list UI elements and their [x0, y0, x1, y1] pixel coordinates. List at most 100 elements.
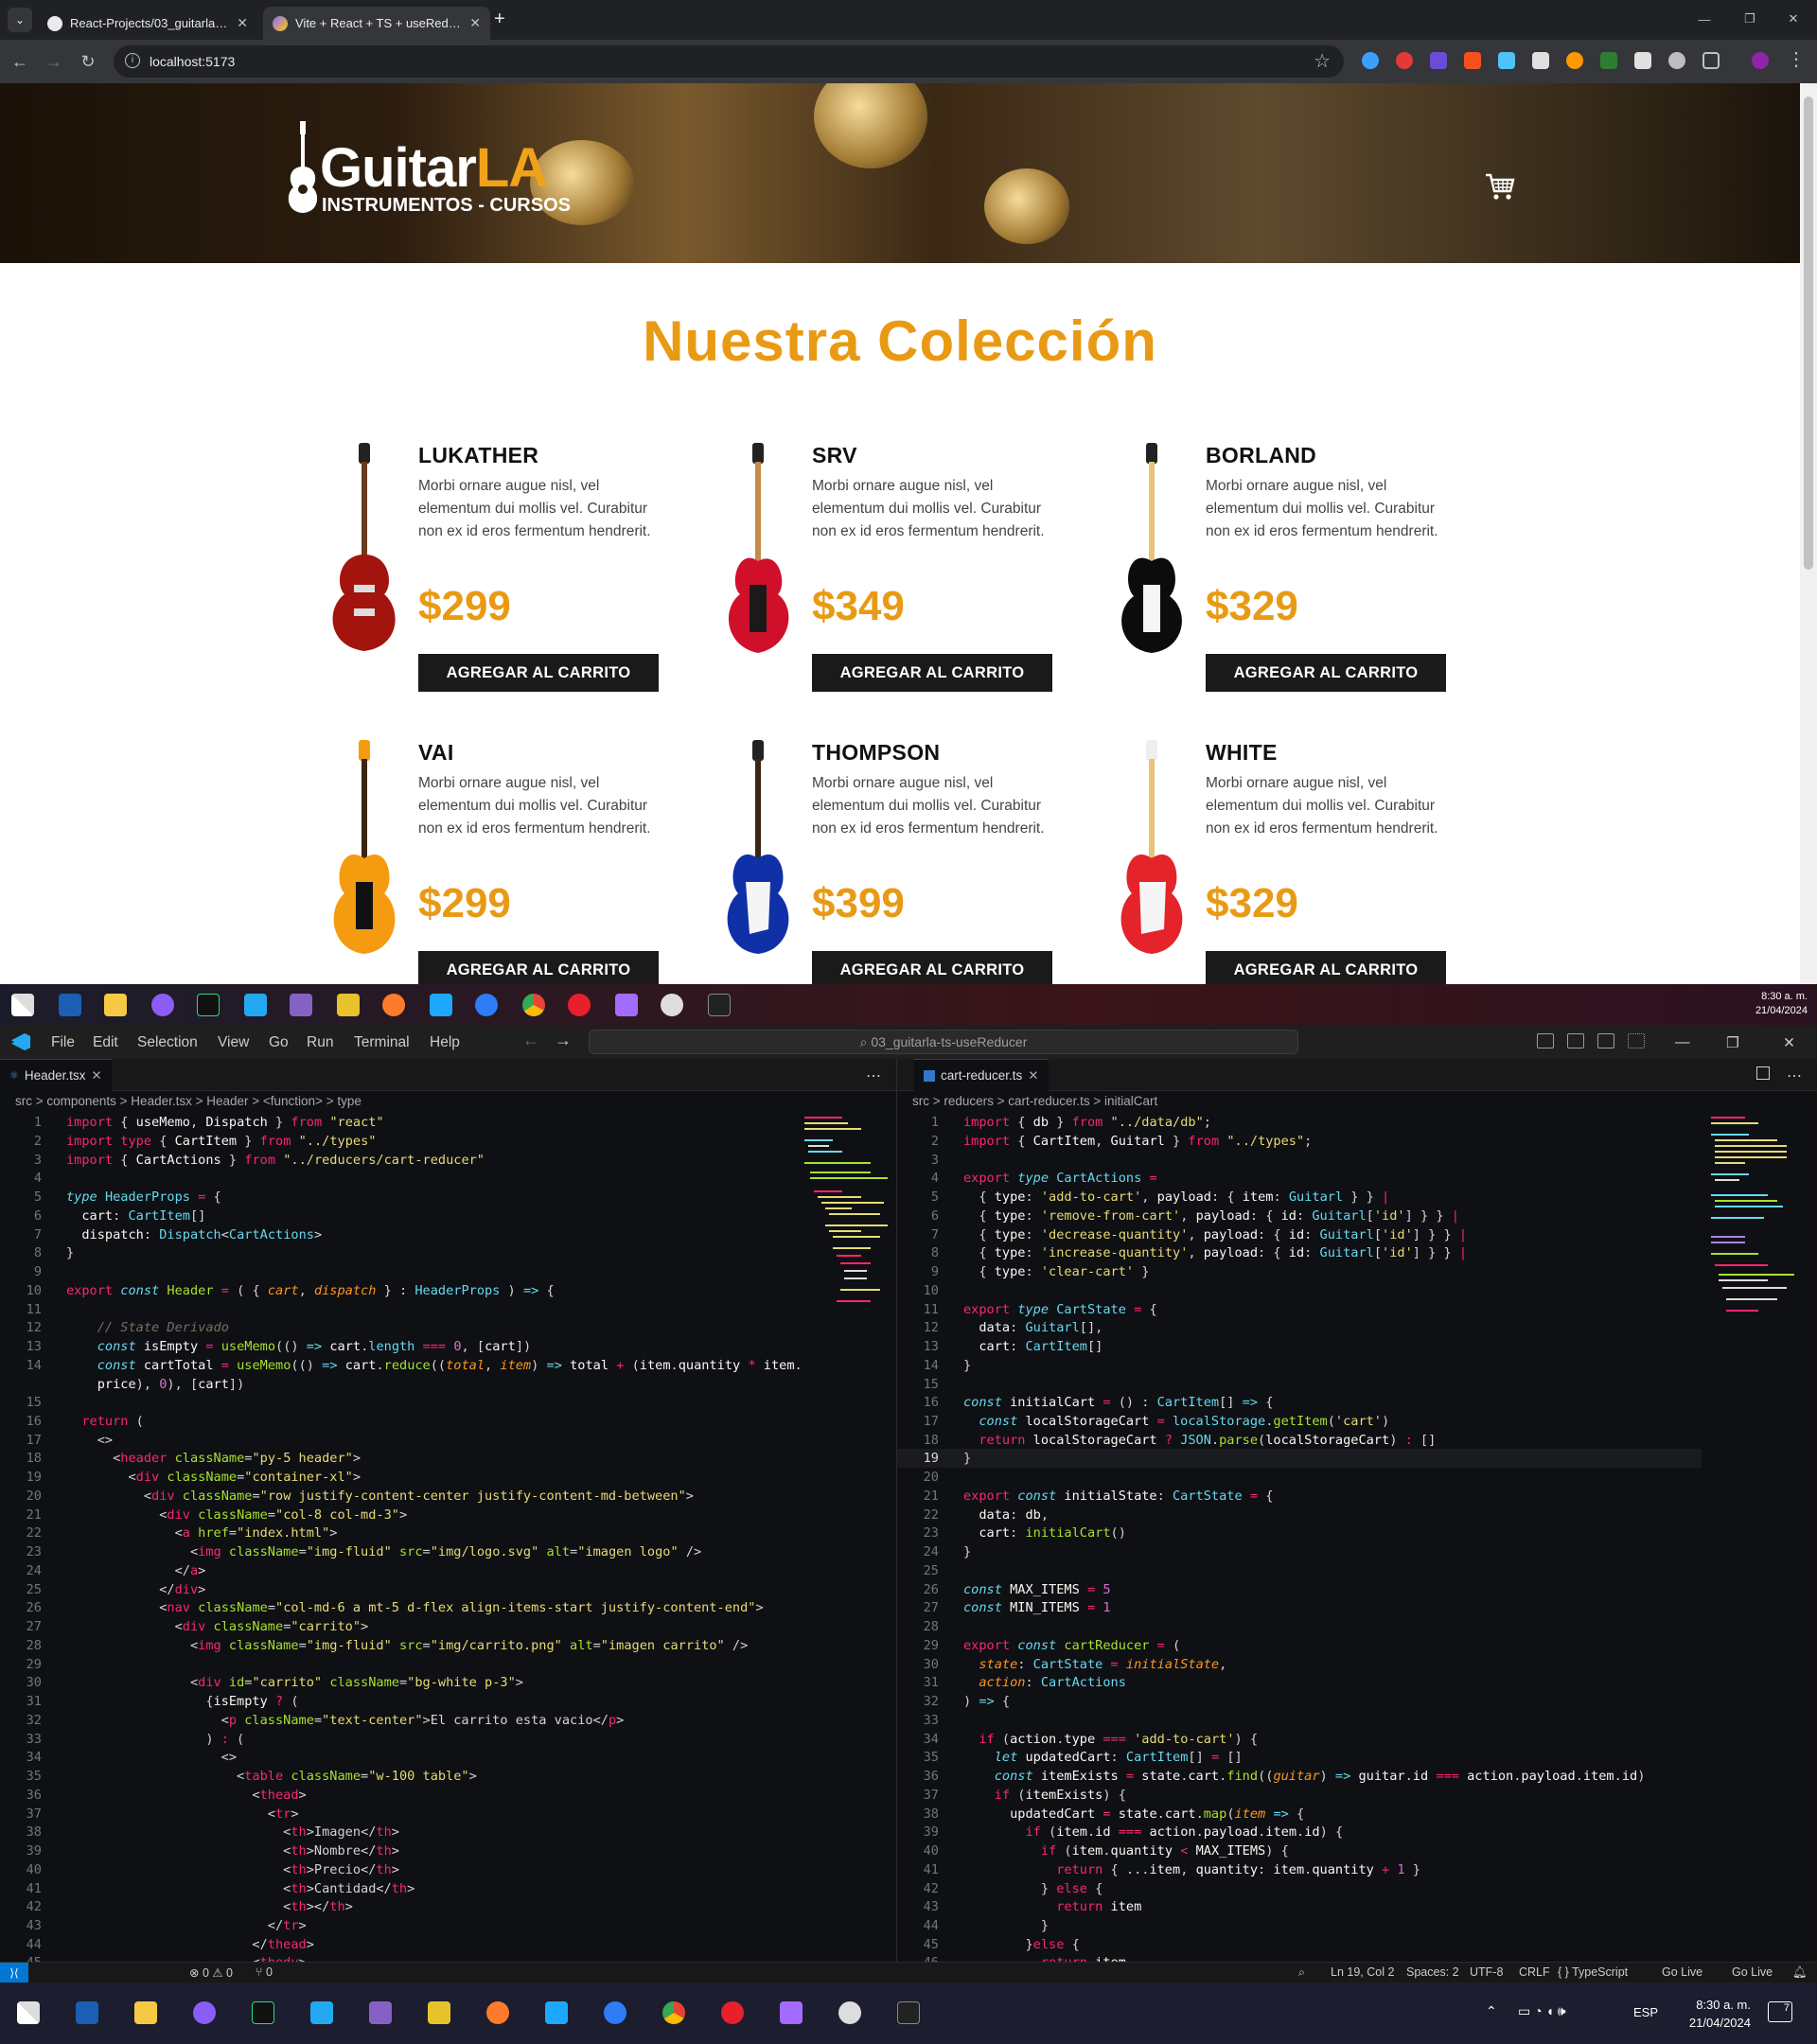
add-to-cart-button[interactable]: AGREGAR AL CARRITO [1206, 951, 1446, 984]
reload-icon[interactable]: ↻ [76, 49, 100, 74]
zoom-icon[interactable]: ⌕ [1298, 1965, 1305, 1980]
app-icon[interactable] [545, 2001, 568, 2024]
cart-icon[interactable] [1484, 170, 1516, 203]
menu-help[interactable]: Help [430, 1034, 460, 1051]
minimap[interactable] [804, 1114, 890, 1322]
extension-icon[interactable] [1498, 52, 1515, 69]
extension-icon[interactable] [1532, 52, 1549, 69]
extension-icon[interactable] [1668, 52, 1685, 69]
end-of-line[interactable]: CRLF [1519, 1965, 1550, 1979]
extension-icon[interactable] [1634, 52, 1651, 69]
close-tab-icon[interactable]: ✕ [469, 15, 481, 31]
add-to-cart-button[interactable]: AGREGAR AL CARRITO [418, 654, 659, 692]
extension-icon[interactable] [1430, 52, 1447, 69]
encoding[interactable]: UTF-8 [1470, 1965, 1503, 1979]
bookmark-star-icon[interactable]: ☆ [1314, 49, 1331, 73]
tab-header-tsx[interactable]: ⚛ Header.tsx ✕ [0, 1059, 112, 1091]
remote-icon[interactable]: ⟩⟨ [0, 1963, 28, 1982]
tab-search-icon[interactable]: ⌄ [8, 8, 32, 32]
go-live-button[interactable]: Go Live [1662, 1965, 1702, 1979]
restore-icon[interactable]: ❐ [1728, 0, 1772, 38]
menu-file[interactable]: File [51, 1034, 75, 1051]
menu-run[interactable]: Run [307, 1034, 333, 1051]
tab-vite[interactable]: Vite + React + TS + useReducer ✕ [263, 7, 490, 40]
chrome-icon[interactable] [662, 2001, 685, 2024]
app-icon[interactable] [337, 994, 360, 1016]
terminal-icon[interactable] [252, 2001, 274, 2024]
menu-edit[interactable]: Edit [93, 1034, 118, 1051]
menu-terminal[interactable]: Terminal [354, 1034, 410, 1051]
cmd-icon[interactable] [897, 2001, 920, 2024]
visual-studio-icon[interactable] [369, 2001, 392, 2024]
start-icon[interactable] [17, 2001, 40, 2024]
tray-icons[interactable]: ▭ ◔ ◖ 🕪︎ [1518, 2003, 1566, 2019]
address-bar[interactable]: i localhost:5173 ☆ [114, 45, 1344, 78]
toggle-sidebar-icon[interactable] [1537, 1033, 1554, 1048]
more-menu-icon[interactable]: ⋮ [1787, 47, 1806, 71]
app-icon[interactable] [428, 2001, 450, 2024]
vscode-icon[interactable] [244, 994, 267, 1016]
firefox-icon[interactable] [604, 2001, 626, 2024]
opera-icon[interactable] [568, 994, 591, 1016]
start-icon[interactable] [11, 994, 34, 1016]
powershell-icon[interactable] [59, 994, 81, 1016]
forward-icon[interactable]: → [42, 49, 66, 74]
minimize-icon[interactable]: — [1683, 0, 1726, 38]
back-icon[interactable]: ← [8, 49, 32, 74]
minimize-icon[interactable]: — [1675, 1034, 1690, 1051]
more-actions-icon[interactable]: ⋯ [866, 1066, 881, 1085]
extension-icon[interactable] [1566, 52, 1583, 69]
split-editor-icon[interactable] [1756, 1066, 1770, 1080]
close-icon[interactable]: ✕ [1772, 0, 1815, 38]
breadcrumb[interactable]: src > reducers > cart-reducer.ts > initi… [897, 1091, 1817, 1112]
site-info-icon[interactable]: i [125, 53, 140, 68]
tab-cart-reducer-ts[interactable]: cart-reducer.ts ✕ [914, 1059, 1049, 1091]
chrome-icon[interactable] [522, 994, 545, 1016]
scrollbar-thumb[interactable] [1804, 97, 1813, 570]
add-to-cart-button[interactable]: AGREGAR AL CARRITO [812, 951, 1052, 984]
extension-icon[interactable] [1600, 52, 1617, 69]
app-icon[interactable] [838, 2001, 861, 2024]
visual-studio-icon[interactable] [290, 994, 312, 1016]
minimap[interactable] [1711, 1114, 1796, 1322]
add-to-cart-button[interactable]: AGREGAR AL CARRITO [812, 654, 1052, 692]
tab-github[interactable]: React-Projects/03_guitarla-ts-u... ✕ [38, 7, 257, 40]
close-icon[interactable]: ✕ [1783, 1034, 1795, 1052]
new-tab-button[interactable]: + [494, 9, 505, 30]
menu-selection[interactable]: Selection [137, 1034, 198, 1051]
folder-icon[interactable] [104, 994, 127, 1016]
powershell-icon[interactable] [76, 2001, 98, 2024]
vscode-icon[interactable] [310, 2001, 333, 2024]
language-mode[interactable]: { } TypeScript [1558, 1965, 1628, 1979]
restore-icon[interactable]: ❐ [1726, 1034, 1739, 1052]
opera-icon[interactable] [721, 2001, 744, 2024]
tray-overflow-icon[interactable]: ⌃ [1486, 2003, 1497, 2019]
breadcrumb[interactable]: src > components > Header.tsx > Header >… [0, 1091, 896, 1112]
more-actions-icon[interactable]: ⋯ [1787, 1066, 1802, 1085]
github-desktop-icon[interactable] [151, 994, 174, 1016]
menu-go[interactable]: Go [269, 1034, 289, 1051]
close-tab-icon[interactable]: ✕ [1028, 1068, 1038, 1084]
go-live-button[interactable]: Go Live [1732, 1965, 1773, 1979]
toggle-panel-icon[interactable] [1567, 1033, 1584, 1048]
app-icon[interactable] [661, 994, 683, 1016]
app-icon[interactable] [615, 994, 638, 1016]
close-tab-icon[interactable]: ✕ [237, 15, 248, 31]
folder-icon[interactable] [134, 2001, 157, 2024]
forward-icon[interactable]: → [555, 1031, 572, 1050]
clock-bottom[interactable]: 8:30 a. m. 21/04/2024 [1689, 1996, 1751, 2032]
page-scrollbar[interactable] [1800, 83, 1817, 984]
extension-icon[interactable] [1396, 52, 1413, 69]
editor-right[interactable]: cart-reducer.ts ✕ ⋯ src > reducers > cart… [897, 1059, 1817, 1962]
terminal-icon[interactable] [197, 994, 220, 1016]
notification-center-icon[interactable]: 7 [1768, 2001, 1792, 2022]
logo-wordmark[interactable]: GuitarLA [320, 140, 548, 197]
profile-avatar[interactable] [1752, 52, 1769, 69]
github-desktop-icon[interactable] [193, 2001, 216, 2024]
cmd-icon[interactable] [708, 994, 731, 1016]
notifications-bell-icon[interactable]: 🔔︎ [1792, 1965, 1808, 1980]
toggle-secondary-sidebar-icon[interactable] [1597, 1033, 1614, 1048]
indentation[interactable]: Spaces: 2 [1406, 1965, 1459, 1979]
postman-icon[interactable] [486, 2001, 509, 2024]
back-icon[interactable]: ← [522, 1031, 539, 1050]
